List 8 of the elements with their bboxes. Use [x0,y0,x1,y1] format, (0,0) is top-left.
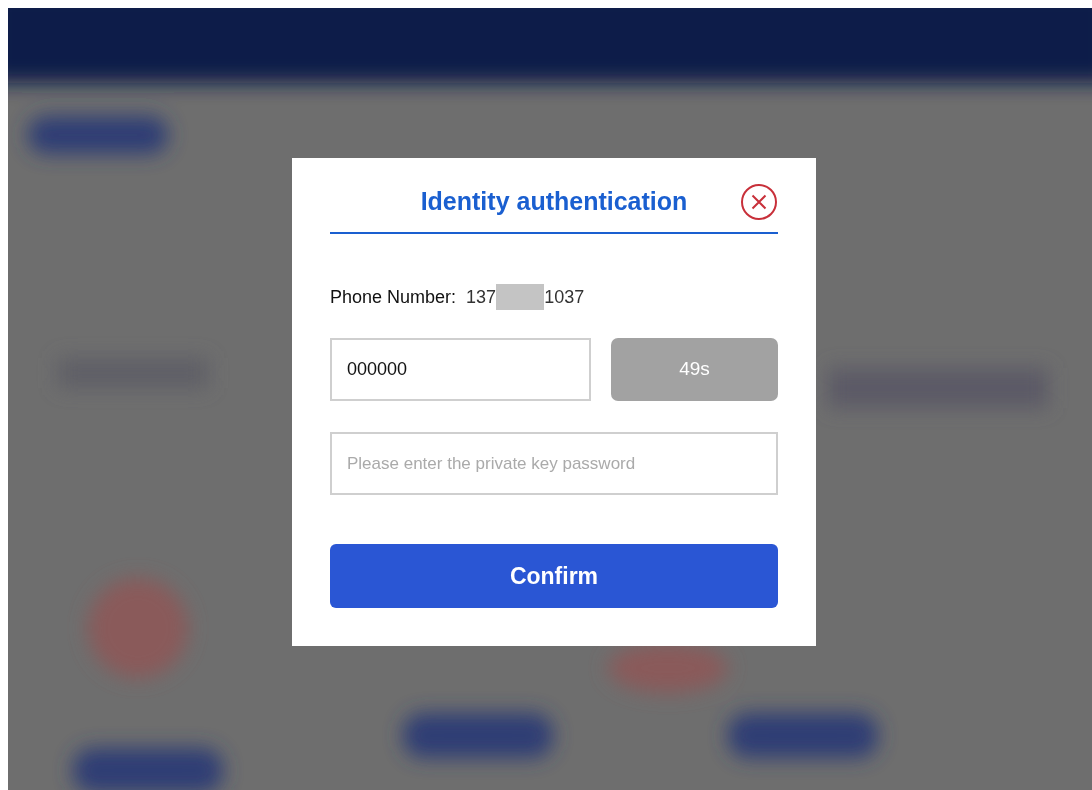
code-input[interactable]: 000000 [330,338,591,401]
confirm-button[interactable]: Confirm [330,544,778,608]
password-input[interactable]: Please enter the private key password [330,432,778,495]
dialog-title: Identity authentication [420,186,688,217]
phone-label: Phone Number: [330,286,457,309]
phone-prefix: 137 [466,286,497,309]
phone-suffix: 1037 [544,286,585,309]
close-icon[interactable] [740,183,778,221]
